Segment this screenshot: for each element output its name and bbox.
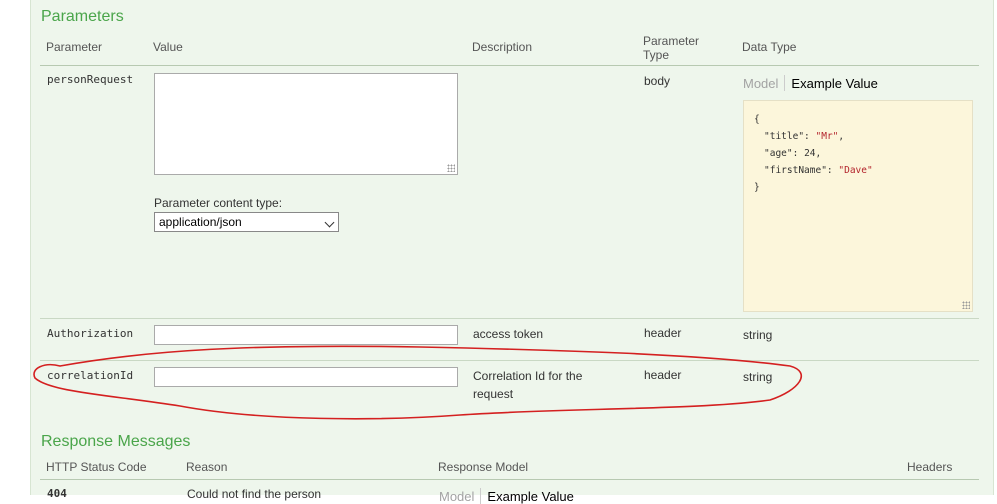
response-tabs: Model Example Value bbox=[439, 488, 574, 504]
response-messages-title: Response Messages bbox=[41, 433, 191, 450]
annotation-stroke bbox=[33, 345, 803, 420]
response-header-divider bbox=[40, 479, 979, 480]
tab-separator bbox=[480, 488, 482, 504]
col-header-reason: Reason bbox=[186, 460, 228, 474]
response-reason-404: Could not find the person bbox=[187, 487, 322, 501]
response-tab-example-value[interactable]: Example Value bbox=[487, 489, 573, 504]
annotation-circle bbox=[33, 345, 803, 420]
response-tab-model[interactable]: Model bbox=[439, 489, 474, 504]
response-status-404: 404 bbox=[47, 487, 67, 500]
col-header-headers: Headers bbox=[907, 460, 953, 474]
col-header-status-code: HTTP Status Code bbox=[46, 460, 147, 474]
col-header-response-model: Response Model bbox=[438, 460, 529, 474]
